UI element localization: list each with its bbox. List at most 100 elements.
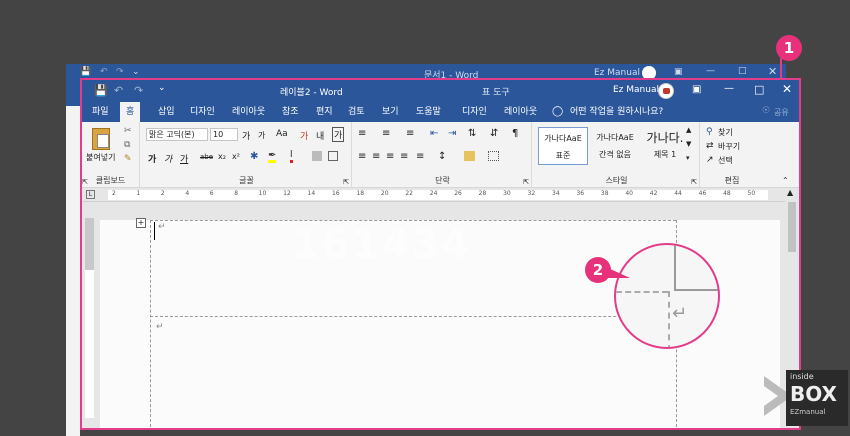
superscript-button[interactable]: x² — [232, 152, 240, 161]
ribbon-display-options-icon[interactable]: ▣ — [692, 84, 701, 95]
replace-icon: ⇄ — [706, 141, 714, 151]
minimize-button[interactable]: — — [724, 83, 734, 94]
decrease-indent-icon[interactable]: ⇤ — [430, 128, 438, 139]
format-painter-icon[interactable]: ✎ — [124, 154, 132, 164]
font-color-icon[interactable]: ا — [290, 151, 293, 163]
tab-view[interactable]: 보기 — [380, 102, 401, 122]
borders-icon[interactable] — [488, 151, 499, 161]
close-button[interactable]: ✕ — [782, 82, 792, 96]
increase-indent-icon[interactable]: ⇥ — [448, 128, 456, 139]
background-document-edge — [66, 106, 80, 436]
styles-more-icon[interactable]: ▾ — [686, 154, 690, 162]
bullets-icon[interactable]: ≡ — [358, 128, 366, 139]
align-center-icon[interactable]: ≡ — [372, 151, 380, 162]
styles-group: 가나다AaE 표준 가나다AaE 간격 없음 가나다. 제목 1 ▲ ▼ ▾ 스… — [534, 122, 700, 188]
quick-access-menu-icon: ⌄ — [132, 67, 140, 77]
logo-text-bottom: EZmanual — [790, 408, 826, 416]
change-case-button[interactable]: Aa — [276, 129, 288, 139]
ruler-marks: 2 1 2 4 6 8 10 12 14 16 18 20 22 24 26 28 30 32 34 36 38 40 42… — [108, 190, 768, 200]
character-shading-icon[interactable] — [312, 151, 322, 161]
text-direction-icon[interactable]: ⇅ — [468, 128, 476, 139]
ruler-mark: 1 — [136, 190, 141, 197]
collapse-ribbon-icon[interactable]: ⌃ — [782, 176, 789, 185]
show-marks-icon[interactable]: ¶ — [512, 128, 518, 139]
styles-scroll-down-icon[interactable]: ▼ — [686, 140, 691, 148]
font-size-combo[interactable]: 10 — [210, 128, 238, 141]
paste-button[interactable]: 붙여넣기 — [86, 152, 115, 163]
paste-icon[interactable] — [92, 128, 110, 150]
subscript-button[interactable]: x₂ — [218, 152, 226, 161]
styles-scroll-up-icon[interactable]: ▲ — [686, 126, 691, 134]
customize-quick-access-icon[interactable]: ⌄ — [158, 83, 166, 93]
align-left-icon[interactable]: ≡ — [358, 151, 366, 162]
replace-button[interactable]: 바꾸기 — [718, 141, 740, 152]
cut-icon[interactable]: ✂ — [124, 126, 132, 136]
share-button[interactable]: 공유 — [774, 107, 789, 118]
find-button[interactable]: 찾기 — [718, 127, 733, 138]
tab-selector[interactable]: L — [86, 190, 95, 199]
user-name[interactable]: Ez Manual — [613, 85, 659, 95]
numbering-icon[interactable]: ≡ — [382, 128, 390, 139]
tab-home[interactable]: 홈 — [120, 102, 141, 122]
grow-font-button[interactable]: 가 — [242, 129, 250, 142]
vertical-ruler[interactable] — [82, 202, 98, 428]
phonetic-guide-button[interactable]: 내 — [316, 129, 324, 142]
cell-end-mark-icon: ↵ — [158, 222, 166, 232]
tab-insert[interactable]: 삽입 — [156, 102, 177, 122]
table-top-border — [150, 220, 676, 221]
justify-icon[interactable]: ≡ — [400, 151, 408, 162]
redo-icon[interactable]: ↷ — [134, 84, 143, 97]
italic-button[interactable]: 가 — [164, 152, 172, 165]
table-move-handle-icon[interactable]: + — [136, 218, 146, 228]
font-launcher-icon[interactable]: ⇱ — [343, 178, 349, 186]
font-name-combo[interactable]: 맑은 고딕(본) — [146, 128, 208, 141]
tab-table-design[interactable]: 디자인 — [460, 102, 489, 122]
copy-icon[interactable]: ⧉ — [124, 140, 130, 150]
ruler-mark: 34 — [552, 190, 560, 197]
distributed-icon[interactable]: ≡ — [416, 151, 424, 162]
strikethrough-button[interactable]: abe — [200, 153, 213, 161]
tab-mailings[interactable]: 편지 — [314, 102, 335, 122]
title-bar: 💾 ↶ ↷ ⌄ 레이블2 - Word 표 도구 Ez Manual ▣ — □… — [82, 80, 799, 102]
character-border-button[interactable]: 가 — [332, 127, 345, 142]
text-effects-icon[interactable]: ✱ — [250, 151, 258, 162]
style-heading-1[interactable]: 가나다. 제목 1 — [640, 127, 690, 165]
horizontal-ruler[interactable]: L 2 1 2 4 6 8 10 12 14 16 18 20 22 24 26 28 30 32 34 36 38 40… — [82, 188, 799, 202]
line-spacing-icon[interactable]: ↕ — [438, 151, 446, 162]
styles-launcher-icon[interactable]: ⇱ — [691, 178, 697, 186]
tab-design[interactable]: 디자인 — [188, 102, 217, 122]
paragraph-launcher-icon[interactable]: ⇱ — [523, 178, 529, 186]
maximize-button[interactable]: □ — [754, 83, 764, 96]
scroll-up-icon[interactable]: ▲ — [787, 188, 793, 197]
avatar[interactable] — [658, 83, 674, 99]
style-normal[interactable]: 가나다AaE 표준 — [538, 127, 588, 165]
tab-table-layout[interactable]: 레이아웃 — [502, 102, 539, 122]
enclose-characters-icon[interactable] — [328, 151, 338, 161]
underline-button[interactable]: 가 — [180, 152, 188, 165]
zoom-dashed-border — [616, 291, 668, 293]
tab-references[interactable]: 참조 — [280, 102, 301, 122]
tell-me-search[interactable]: 어떤 작업을 원하시나요? — [568, 102, 665, 122]
logo-text-main: BOX — [790, 382, 837, 406]
clipboard-launcher-icon[interactable]: ⇱ — [82, 178, 88, 186]
ruler-mark: 42 — [649, 190, 658, 197]
tab-help[interactable]: 도움말 — [414, 102, 443, 122]
clear-formatting-button[interactable]: 가 — [300, 129, 308, 142]
scroll-thumb[interactable] — [788, 202, 796, 252]
tab-file[interactable]: 파일 — [90, 102, 111, 122]
style-no-spacing[interactable]: 가나다AaE 간격 없음 — [590, 127, 640, 165]
save-icon[interactable]: 💾 — [94, 84, 108, 97]
bold-button[interactable]: 가 — [148, 152, 156, 165]
ribbon-display-icon: ▣ — [674, 67, 683, 77]
undo-icon[interactable]: ↶ — [114, 84, 123, 97]
shrink-font-button[interactable]: 가 — [258, 130, 265, 141]
select-icon: ↗ — [706, 155, 714, 165]
multilevel-list-icon[interactable]: ≡ — [406, 128, 414, 139]
tab-layout[interactable]: 레이아웃 — [230, 102, 267, 122]
tab-review[interactable]: 검토 — [346, 102, 367, 122]
shading-icon[interactable] — [464, 151, 475, 161]
select-button[interactable]: 선택 — [718, 155, 733, 166]
sort-icon[interactable]: ⇵ — [490, 128, 498, 139]
highlight-icon[interactable]: ✒ — [268, 151, 277, 163]
align-right-icon[interactable]: ≡ — [386, 151, 394, 162]
